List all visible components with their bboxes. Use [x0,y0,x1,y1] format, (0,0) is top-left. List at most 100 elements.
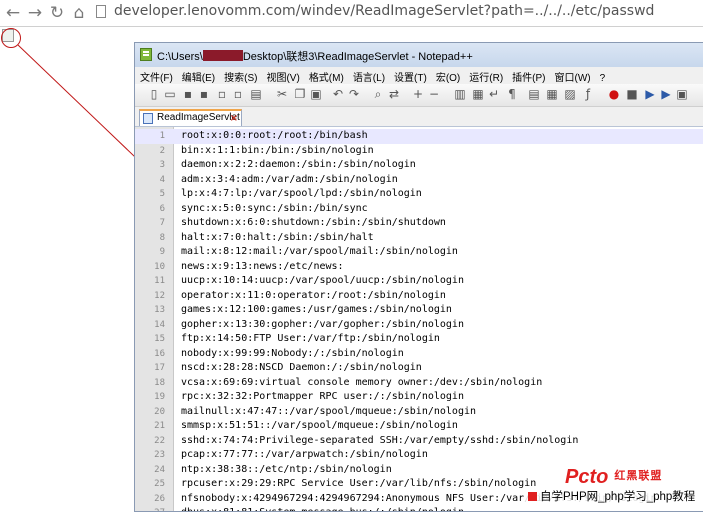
line-text: operator:x:11:0:operator:/root:/sbin/nol… [181,289,446,301]
code-line[interactable]: 20 mailnull:x:47:47::/var/spool/mqueue:/s… [135,405,703,420]
all-chars-icon[interactable]: ¶ [505,87,519,101]
menu-item[interactable]: 视图(V) [261,68,303,84]
notepadpp-window: C:\Users\ Desktop\联想3\ReadImageServlet - … [134,42,703,512]
line-number: 3 [159,160,165,170]
forward-icon[interactable]: → [25,3,45,23]
replace-icon[interactable]: ⇄ [387,87,401,101]
udl-icon[interactable]: ▦ [545,87,559,101]
open-file-icon[interactable]: ▭ [163,87,177,101]
watermark-caption: 自学PHP网_php学习_php教程 [540,491,696,503]
code-line[interactable]: 3 daemon:x:2:2:daemon:/sbin:/sbin/nologin [135,158,703,173]
tab-label: ReadImageServlet [157,112,240,123]
zoom-in-icon[interactable]: + [411,87,425,101]
indent-guide-icon[interactable]: ▤ [527,87,541,101]
menu-item[interactable]: 语言(L) [348,68,389,84]
play-multi-icon[interactable]: ▶ [659,87,673,101]
sync-h-icon[interactable]: ▦ [471,87,485,101]
line-text: dbus:x:81:81:System message bus:/:/sbin/… [181,506,464,511]
menu-item[interactable]: 搜索(S) [219,68,261,84]
line-number: 26 [154,493,165,504]
menu-item[interactable]: 文件(F) [135,68,177,84]
line-text: mailnull:x:47:47::/var/spool/mqueue:/sbi… [181,405,477,417]
menu-item[interactable]: 宏(O) [431,68,464,84]
doc-map-icon[interactable]: ▨ [563,87,577,101]
line-text: daemon:x:2:2:daemon:/sbin:/sbin/nologin [181,159,416,170]
line-number: 24 [154,464,165,475]
reload-icon[interactable]: ↻ [47,3,67,23]
new-file-icon[interactable]: ▯ [147,87,161,101]
code-line[interactable]: 1 root:x:0:0:root:/root:/bin/bash [135,129,703,144]
code-line[interactable]: 21 smmsp:x:51:51::/var/spool/mqueue:/sbin… [135,419,703,434]
line-text: smmsp:x:51:51::/var/spool/mqueue:/sbin/n… [181,420,458,431]
code-line[interactable]: 5 lp:x:4:7:lp:/var/spool/lpd:/sbin/nologi… [135,187,703,202]
sync-v-icon[interactable]: ▥ [453,87,467,101]
paste-icon[interactable]: ▣ [309,87,323,101]
menu-item[interactable]: ? [595,72,610,84]
code-line[interactable]: 4 adm:x:3:4:adm:/var/adm:/sbin/nologin [135,173,703,188]
menu-item[interactable]: 插件(P) [507,68,549,84]
line-text: uucp:x:10:14:uucp:/var/spool/uucp:/sbin/… [181,275,464,286]
line-number: 21 [154,421,165,431]
line-text: news:x:9:13:news:/etc/news: [181,260,344,272]
code-line[interactable]: 2 bin:x:1:1:bin:/bin:/sbin/nologin [135,144,703,159]
code-line[interactable]: 16 nobody:x:99:99:Nobody:/:/sbin/nologin [135,347,703,362]
menu-item[interactable]: 设置(T) [389,68,431,84]
line-text: bin:x:1:1:bin:/bin:/sbin/nologin [181,144,374,156]
line-number: 18 [154,377,165,388]
close-all-icon[interactable]: ▫ [231,87,245,101]
cut-icon[interactable]: ✂ [275,87,289,101]
code-line[interactable]: 10 news:x:9:13:news:/etc/news: [135,260,703,275]
code-line[interactable]: 19 rpc:x:32:32:Portmapper RPC user:/:/sbi… [135,390,703,405]
code-line[interactable]: 14 gopher:x:13:30:gopher:/var/gopher:/sbi… [135,318,703,333]
line-text: nscd:x:28:28:NSCD Daemon:/:/sbin/nologin [181,362,422,373]
code-line[interactable]: 8 halt:x:7:0:halt:/sbin:/sbin/halt [135,231,703,246]
code-line[interactable]: 18 vcsa:x:69:69:virtual console memory ow… [135,376,703,391]
close-icon[interactable]: ▫ [215,87,229,101]
code-line[interactable]: 7 shutdown:x:6:0:shutdown:/sbin:/sbin/shu… [135,216,703,231]
title-prefix: C:\Users\ [157,51,203,63]
play-icon[interactable]: ▶ [643,87,657,101]
code-line[interactable]: 9 mail:x:8:12:mail:/var/spool/mail:/sbin/… [135,245,703,260]
zoom-out-icon[interactable]: − [427,87,441,101]
code-line[interactable]: 22 sshd:x:74:74:Privilege-separated SSH:/… [135,434,703,449]
url-text[interactable]: developer.lenovomm.com/windev/ReadImageS… [114,3,654,19]
stop-icon[interactable]: ■ [625,87,639,101]
copy-icon[interactable]: ❐ [293,87,307,101]
line-number: 6 [159,203,165,214]
code-line[interactable]: 13 games:x:12:100:games:/usr/games:/sbin/… [135,303,703,318]
home-icon[interactable]: ⌂ [69,3,89,23]
menu-item[interactable]: 编辑(E) [177,68,219,84]
menu-item[interactable]: 运行(R) [464,68,507,84]
code-line[interactable]: 6 sync:x:5:0:sync:/sbin:/bin/sync [135,202,703,217]
record-icon[interactable]: ● [607,87,621,101]
print-icon[interactable]: ▤ [249,87,263,101]
address-bar[interactable]: developer.lenovomm.com/windev/ReadImageS… [94,2,694,22]
code-line[interactable]: 12 operator:x:11:0:operator:/root:/sbin/n… [135,289,703,304]
save-macro-icon[interactable]: ▣ [675,87,689,101]
title-suffix: Desktop\联想3\ReadImageServlet - Notepad++ [242,51,473,63]
menu-item[interactable]: 窗口(W) [550,68,595,84]
line-number: 20 [154,406,165,417]
watermark-text: 自学PHP网_php学习_php教程 [524,488,703,507]
wrap-icon[interactable]: ↵ [487,87,501,101]
code-line[interactable]: 11 uucp:x:10:14:uucp:/var/spool/uucp:/sbi… [135,274,703,289]
find-icon[interactable]: ⌕ [371,87,385,101]
line-text: sync:x:5:0:sync:/sbin:/bin/sync [181,202,368,214]
line-text: mail:x:8:12:mail:/var/spool/mail:/sbin/n… [181,246,458,257]
save-icon[interactable]: ▪ [181,87,195,101]
back-icon[interactable]: ← [3,3,23,23]
close-icon[interactable]: × [230,112,238,126]
tab-bar: ReadImageServlet × [135,107,703,127]
redo-icon[interactable]: ↷ [347,87,361,101]
save-all-icon[interactable]: ▪ [197,87,211,101]
line-number: 11 [154,276,165,286]
code-line[interactable]: 15 ftp:x:14:50:FTP User:/var/ftp:/sbin/no… [135,332,703,347]
code-line[interactable]: 23 pcap:x:77:77::/var/arpwatch:/sbin/nolo… [135,448,703,463]
function-list-icon[interactable]: ƒ [581,87,595,101]
editor[interactable]: 1 root:x:0:0:root:/root:/bin/bash 2 bin:x:1… [135,127,703,511]
code-line[interactable]: 17 nscd:x:28:28:NSCD Daemon:/:/sbin/nolog… [135,361,703,376]
undo-icon[interactable]: ↶ [331,87,345,101]
tab-readimageservlet[interactable]: ReadImageServlet × [139,109,242,126]
menu-item[interactable]: 格式(M) [304,68,348,84]
line-number: 9 [159,247,165,257]
